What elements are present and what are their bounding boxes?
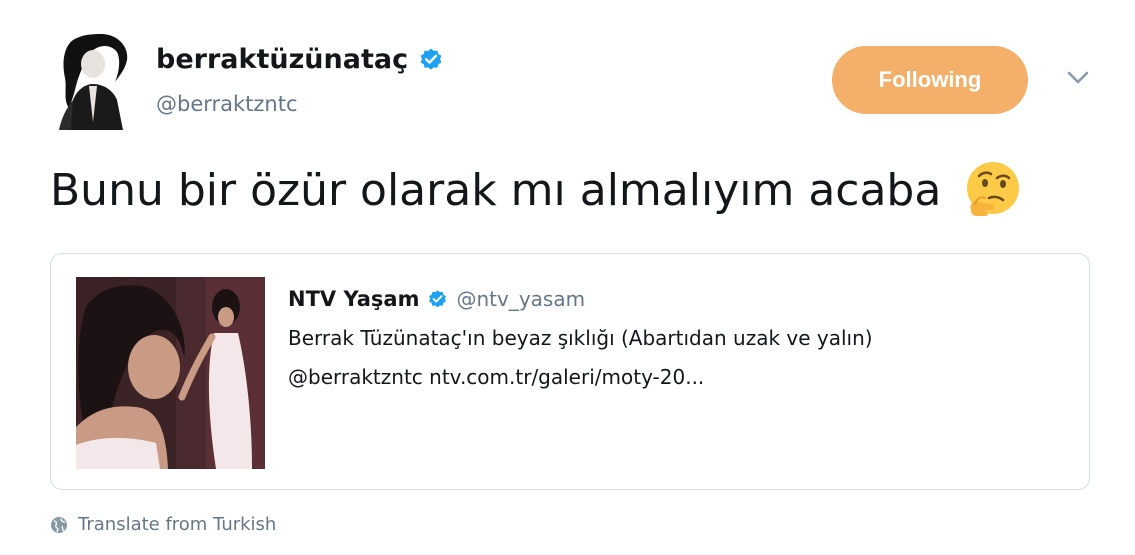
quoted-author-row[interactable]: NTV Yaşam @ntv_yasam <box>288 287 585 311</box>
tweet-text: Bunu bir özür olarak mı almalıyım acaba <box>50 164 942 216</box>
avatar[interactable] <box>55 30 135 130</box>
chevron-down-icon[interactable] <box>1064 68 1092 88</box>
quoted-tweet-text-line2[interactable]: @berraktzntc ntv.com.tr/galeri/moty-20..… <box>288 365 704 389</box>
translate-link[interactable]: Translate from Turkish <box>50 514 276 535</box>
following-button[interactable]: Following <box>832 46 1028 114</box>
quoted-tweet-image[interactable] <box>76 277 265 469</box>
quoted-author-handle[interactable]: @ntv_yasam <box>456 287 585 311</box>
globe-icon <box>50 516 68 534</box>
author-name-row[interactable]: berraktüzünataç <box>156 44 444 75</box>
quoted-author-name[interactable]: NTV Yaşam <box>288 287 419 311</box>
verified-badge-icon <box>418 47 444 73</box>
quoted-tweet[interactable]: NTV Yaşam @ntv_yasam Berrak Tüzünataç'ın… <box>50 253 1090 490</box>
quoted-tweet-text-line1: Berrak Tüzünataç'ın beyaz şıklığı (Abart… <box>288 326 873 350</box>
verified-badge-icon <box>427 289 448 310</box>
tweet-text-row: Bunu bir özür olarak mı almalıyım acaba <box>50 158 1025 222</box>
translate-label[interactable]: Translate from Turkish <box>78 514 276 535</box>
tweet-card: berraktüzünataç @berraktzntc Following B… <box>0 0 1135 555</box>
author-display-name[interactable]: berraktüzünataç <box>156 44 408 75</box>
thinking-face-icon <box>961 158 1025 222</box>
author-handle[interactable]: @berraktzntc <box>156 92 298 116</box>
